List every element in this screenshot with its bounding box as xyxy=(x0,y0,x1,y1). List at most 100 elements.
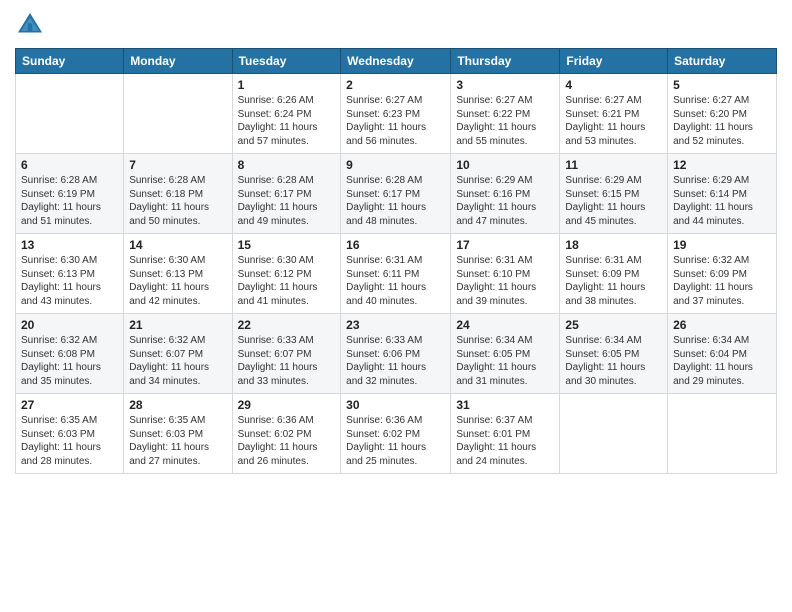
day-number: 4 xyxy=(565,78,662,92)
col-header-tuesday: Tuesday xyxy=(232,49,341,74)
day-number: 9 xyxy=(346,158,445,172)
day-number: 2 xyxy=(346,78,445,92)
week-row-1: 1 Sunrise: 6:26 AM Sunset: 6:24 PM Daylig… xyxy=(16,74,777,154)
day-info: Sunrise: 6:28 AM Sunset: 6:19 PM Dayligh… xyxy=(21,174,118,228)
calendar-cell: 13Sunrise: 6:30 AM Sunset: 6:13 PM Dayli… xyxy=(16,234,124,314)
calendar-cell: 14Sunrise: 6:30 AM Sunset: 6:13 PM Dayli… xyxy=(124,234,232,314)
logo-icon xyxy=(15,10,45,40)
calendar-cell: 25 Sunrise: 6:34 AM Sunset: 6:05 PM Dayli… xyxy=(560,314,668,394)
week-row-2: 6 Sunrise: 6:28 AM Sunset: 6:19 PM Daylig… xyxy=(16,154,777,234)
days-of-week-row: SundayMondayTuesdayWednesdayThursdayFrid… xyxy=(16,49,777,74)
day-number: 16 xyxy=(346,238,445,252)
day-number: 11 xyxy=(565,158,662,172)
day-info: Sunrise: 6:27 AM Sunset: 6:23 PM Dayligh… xyxy=(346,94,445,148)
day-info: Sunrise: 6:27 AM Sunset: 6:21 PM Dayligh… xyxy=(565,94,662,148)
calendar-cell: 17 Sunrise: 6:31 AM Sunset: 6:10 PM Dayli… xyxy=(451,234,560,314)
day-number: 22 xyxy=(238,318,336,332)
day-info: Sunrise: 6:33 AM Sunset: 6:06 PM Dayligh… xyxy=(346,334,445,388)
day-number: 24 xyxy=(456,318,554,332)
day-number: 14 xyxy=(129,238,226,252)
day-info: Sunrise: 6:28 AM Sunset: 6:17 PM Dayligh… xyxy=(346,174,445,228)
calendar-cell: 24 Sunrise: 6:34 AM Sunset: 6:05 PM Dayli… xyxy=(451,314,560,394)
day-info: Sunrise: 6:35 AM Sunset: 6:03 PM Dayligh… xyxy=(129,414,226,468)
col-header-wednesday: Wednesday xyxy=(341,49,451,74)
day-info: Sunrise: 6:34 AM Sunset: 6:05 PM Dayligh… xyxy=(565,334,662,388)
page: SundayMondayTuesdayWednesdayThursdayFrid… xyxy=(0,0,792,612)
day-number: 26 xyxy=(673,318,771,332)
day-info: Sunrise: 6:31 AM Sunset: 6:11 PM Dayligh… xyxy=(346,254,445,308)
day-info: Sunrise: 6:29 AM Sunset: 6:15 PM Dayligh… xyxy=(565,174,662,228)
day-number: 5 xyxy=(673,78,771,92)
calendar-cell: 29Sunrise: 6:36 AM Sunset: 6:02 PM Dayli… xyxy=(232,394,341,474)
calendar-cell: 18 Sunrise: 6:31 AM Sunset: 6:09 PM Dayli… xyxy=(560,234,668,314)
col-header-saturday: Saturday xyxy=(668,49,777,74)
day-number: 18 xyxy=(565,238,662,252)
day-number: 27 xyxy=(21,398,118,412)
day-info: Sunrise: 6:28 AM Sunset: 6:17 PM Dayligh… xyxy=(238,174,336,228)
day-number: 7 xyxy=(129,158,226,172)
day-number: 25 xyxy=(565,318,662,332)
day-info: Sunrise: 6:34 AM Sunset: 6:05 PM Dayligh… xyxy=(456,334,554,388)
day-info: Sunrise: 6:27 AM Sunset: 6:22 PM Dayligh… xyxy=(456,94,554,148)
col-header-sunday: Sunday xyxy=(16,49,124,74)
header xyxy=(15,10,777,40)
day-number: 17 xyxy=(456,238,554,252)
day-number: 6 xyxy=(21,158,118,172)
calendar-cell: 11 Sunrise: 6:29 AM Sunset: 6:15 PM Dayli… xyxy=(560,154,668,234)
day-info: Sunrise: 6:32 AM Sunset: 6:08 PM Dayligh… xyxy=(21,334,118,388)
calendar-cell xyxy=(560,394,668,474)
day-number: 3 xyxy=(456,78,554,92)
day-info: Sunrise: 6:37 AM Sunset: 6:01 PM Dayligh… xyxy=(456,414,554,468)
day-info: Sunrise: 6:35 AM Sunset: 6:03 PM Dayligh… xyxy=(21,414,118,468)
day-info: Sunrise: 6:32 AM Sunset: 6:09 PM Dayligh… xyxy=(673,254,771,308)
calendar-cell xyxy=(124,74,232,154)
calendar-cell: 28 Sunrise: 6:35 AM Sunset: 6:03 PM Dayli… xyxy=(124,394,232,474)
week-row-4: 20 Sunrise: 6:32 AM Sunset: 6:08 PM Dayli… xyxy=(16,314,777,394)
day-info: Sunrise: 6:36 AM Sunset: 6:02 PM Dayligh… xyxy=(346,414,445,468)
calendar-cell: 30 Sunrise: 6:36 AM Sunset: 6:02 PM Dayli… xyxy=(341,394,451,474)
calendar-cell: 12 Sunrise: 6:29 AM Sunset: 6:14 PM Dayli… xyxy=(668,154,777,234)
day-number: 21 xyxy=(129,318,226,332)
col-header-friday: Friday xyxy=(560,49,668,74)
calendar-cell: 8Sunrise: 6:28 AM Sunset: 6:17 PM Daylig… xyxy=(232,154,341,234)
calendar-cell: 9 Sunrise: 6:28 AM Sunset: 6:17 PM Daylig… xyxy=(341,154,451,234)
calendar-cell: 21 Sunrise: 6:32 AM Sunset: 6:07 PM Dayli… xyxy=(124,314,232,394)
day-number: 15 xyxy=(238,238,336,252)
calendar-cell xyxy=(16,74,124,154)
day-info: Sunrise: 6:33 AM Sunset: 6:07 PM Dayligh… xyxy=(238,334,336,388)
calendar-table: SundayMondayTuesdayWednesdayThursdayFrid… xyxy=(15,48,777,474)
calendar-cell: 27 Sunrise: 6:35 AM Sunset: 6:03 PM Dayli… xyxy=(16,394,124,474)
day-info: Sunrise: 6:32 AM Sunset: 6:07 PM Dayligh… xyxy=(129,334,226,388)
calendar-cell: 19 Sunrise: 6:32 AM Sunset: 6:09 PM Dayli… xyxy=(668,234,777,314)
day-info: Sunrise: 6:27 AM Sunset: 6:20 PM Dayligh… xyxy=(673,94,771,148)
calendar-cell: 31Sunrise: 6:37 AM Sunset: 6:01 PM Dayli… xyxy=(451,394,560,474)
day-number: 13 xyxy=(21,238,118,252)
calendar-cell: 5 Sunrise: 6:27 AM Sunset: 6:20 PM Daylig… xyxy=(668,74,777,154)
day-number: 10 xyxy=(456,158,554,172)
calendar-cell: 7 Sunrise: 6:28 AM Sunset: 6:18 PM Daylig… xyxy=(124,154,232,234)
col-header-thursday: Thursday xyxy=(451,49,560,74)
col-header-monday: Monday xyxy=(124,49,232,74)
calendar-cell: 15Sunrise: 6:30 AM Sunset: 6:12 PM Dayli… xyxy=(232,234,341,314)
logo xyxy=(15,10,49,40)
calendar-cell xyxy=(668,394,777,474)
calendar-cell: 20 Sunrise: 6:32 AM Sunset: 6:08 PM Dayli… xyxy=(16,314,124,394)
calendar-cell: 22 Sunrise: 6:33 AM Sunset: 6:07 PM Dayli… xyxy=(232,314,341,394)
day-info: Sunrise: 6:31 AM Sunset: 6:10 PM Dayligh… xyxy=(456,254,554,308)
day-number: 28 xyxy=(129,398,226,412)
day-info: Sunrise: 6:28 AM Sunset: 6:18 PM Dayligh… xyxy=(129,174,226,228)
calendar-cell: 10Sunrise: 6:29 AM Sunset: 6:16 PM Dayli… xyxy=(451,154,560,234)
day-number: 1 xyxy=(238,78,336,92)
calendar-cell: 4 Sunrise: 6:27 AM Sunset: 6:21 PM Daylig… xyxy=(560,74,668,154)
calendar-cell: 1 Sunrise: 6:26 AM Sunset: 6:24 PM Daylig… xyxy=(232,74,341,154)
day-info: Sunrise: 6:29 AM Sunset: 6:14 PM Dayligh… xyxy=(673,174,771,228)
day-number: 30 xyxy=(346,398,445,412)
day-number: 23 xyxy=(346,318,445,332)
week-row-5: 27 Sunrise: 6:35 AM Sunset: 6:03 PM Dayli… xyxy=(16,394,777,474)
calendar-cell: 2 Sunrise: 6:27 AM Sunset: 6:23 PM Daylig… xyxy=(341,74,451,154)
day-info: Sunrise: 6:26 AM Sunset: 6:24 PM Dayligh… xyxy=(238,94,336,148)
day-number: 12 xyxy=(673,158,771,172)
day-number: 19 xyxy=(673,238,771,252)
day-number: 20 xyxy=(21,318,118,332)
day-info: Sunrise: 6:31 AM Sunset: 6:09 PM Dayligh… xyxy=(565,254,662,308)
